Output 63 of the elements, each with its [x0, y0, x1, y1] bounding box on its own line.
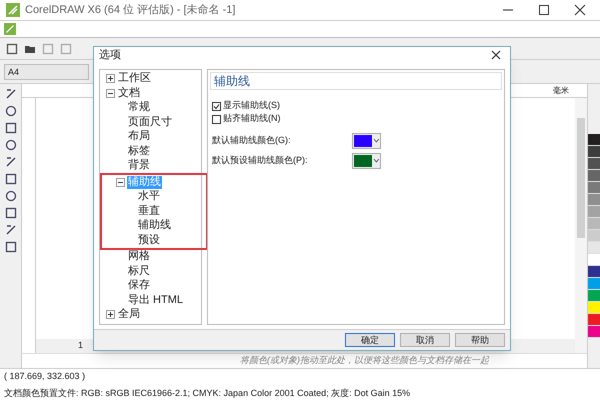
color-label: 默认辅助线颜色(G):: [212, 134, 292, 147]
color-tray-hint: 将颜色(或对象)拖动至此处，以便将这些颜色与文档存储在一起: [240, 354, 489, 368]
tree-item[interactable]: 预设: [137, 234, 161, 247]
tree-item[interactable]: 全局: [117, 308, 141, 322]
checkbox-label: 显示辅助线(S): [223, 99, 280, 112]
color-profile-text: 文档颜色预置文件: RGB: sRGB IEC61966-2.1; CMYK: Japan Color 2001 Coated; 灰度: Dot Gain 15%: [4, 386, 412, 400]
color-swatch[interactable]: [588, 146, 600, 158]
color-label: 默认预设辅助线颜色(P):: [212, 154, 308, 167]
expand-icon[interactable]: [106, 74, 115, 84]
color-swatch[interactable]: [588, 266, 600, 278]
tree-item[interactable]: 背景: [127, 159, 151, 172]
color-swatch[interactable]: [588, 242, 600, 254]
color-swatch[interactable]: [588, 182, 600, 194]
tree-item[interactable]: 标尺: [127, 264, 151, 278]
caret-icon: [373, 138, 380, 143]
page-number: 1: [78, 339, 84, 352]
checkbox[interactable]: [212, 102, 221, 110]
window-title: CorelDRAW X6 (64 位 评估版) - [未命名 -1]: [25, 2, 236, 18]
color-swatch[interactable]: [588, 170, 600, 182]
dialog-button[interactable]: 取消: [400, 333, 450, 348]
tree-item[interactable]: 辅助线: [137, 219, 172, 232]
expand-icon[interactable]: [106, 310, 115, 320]
close-icon[interactable]: [574, 4, 586, 16]
maximize-icon[interactable]: [538, 4, 550, 16]
panel-title: 辅助线: [214, 72, 250, 90]
color-swatch[interactable]: [588, 290, 600, 302]
tree-item[interactable]: 常规: [127, 101, 151, 114]
color-swatch[interactable]: [588, 194, 600, 206]
checkbox[interactable]: [212, 114, 221, 124]
checkbox-label: 贴齐辅助线(N): [223, 112, 280, 126]
color-swatch[interactable]: [588, 134, 600, 146]
tree-item[interactable]: 布局: [127, 130, 151, 144]
color-swatch[interactable]: [588, 254, 600, 266]
ruler-unit: 毫米: [553, 84, 569, 96]
tree-item[interactable]: 保存: [127, 279, 151, 292]
color-swatch[interactable]: [588, 218, 600, 230]
color-swatch[interactable]: [588, 206, 600, 218]
color-swatch[interactable]: [588, 158, 600, 170]
color-swatch[interactable]: [588, 278, 600, 290]
dialog-title: 选项: [99, 48, 121, 63]
color-swatch[interactable]: [588, 302, 600, 314]
color-swatch[interactable]: [588, 230, 600, 242]
tree-item[interactable]: 文档: [117, 86, 141, 100]
color-swatch[interactable]: [588, 314, 600, 326]
color-picker[interactable]: [352, 132, 381, 148]
collapse-icon[interactable]: [106, 88, 115, 98]
tree-item[interactable]: 网格: [127, 250, 151, 264]
tree-item[interactable]: 工作区: [117, 72, 152, 86]
caret-icon: [373, 158, 380, 163]
close-icon[interactable]: [491, 50, 501, 60]
color-picker[interactable]: [352, 152, 381, 168]
tree-item[interactable]: 页面尺寸: [127, 116, 173, 129]
collapse-icon[interactable]: [116, 178, 125, 187]
tree-item[interactable]: 导出 HTML: [127, 294, 184, 307]
dialog-button[interactable]: 确定: [345, 333, 395, 348]
cursor-coordinates: ( 187.669, 332.603 ): [4, 370, 86, 383]
tree-item[interactable]: 水平: [137, 190, 161, 204]
app-logo-icon: [6, 3, 20, 17]
color-swatch[interactable]: [588, 326, 600, 338]
dialog-button[interactable]: 帮助: [455, 333, 505, 348]
tree-item[interactable]: 标签: [127, 144, 151, 158]
page-size-field[interactable]: A4: [4, 64, 89, 80]
tree-item[interactable]: 垂直: [137, 204, 161, 218]
